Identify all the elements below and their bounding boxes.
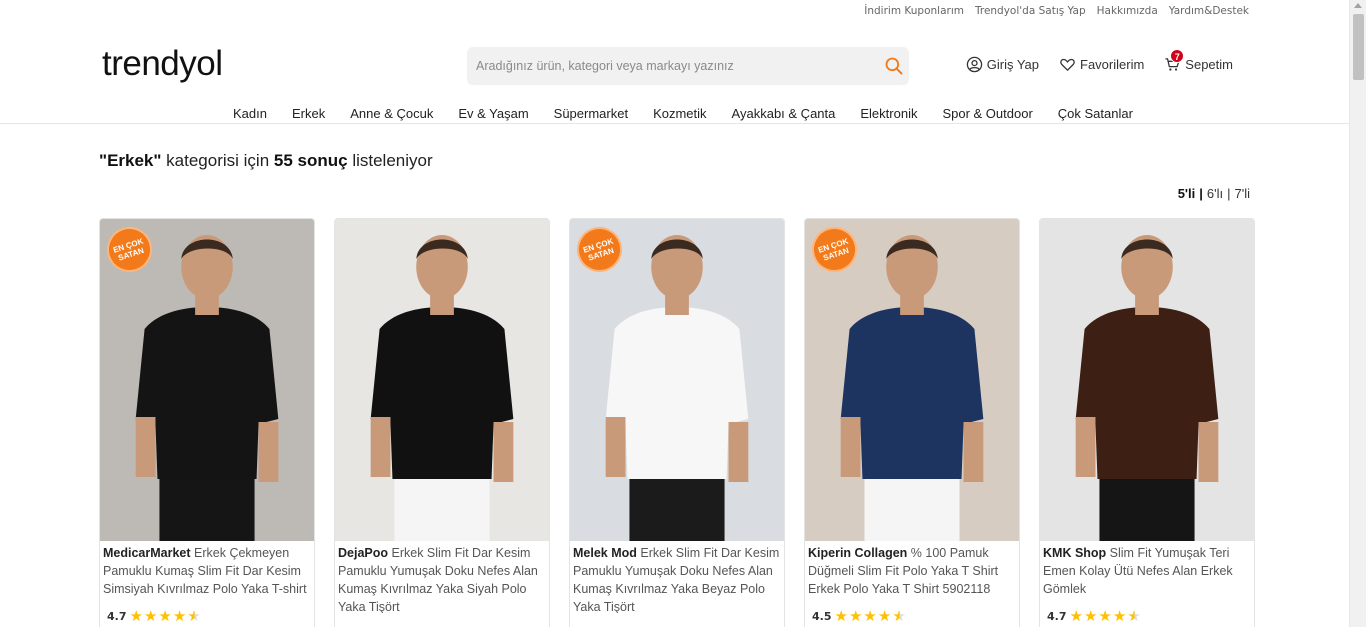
category-ayakkabi-canta[interactable]: Ayakkabı & Çanta bbox=[732, 106, 836, 121]
product-card[interactable]: DejaPoo Erkek Slim Fit Dar Kesim Pamuklu… bbox=[334, 218, 550, 627]
result-mid: kategorisi için bbox=[161, 151, 274, 170]
product-brand: MedicarMarket bbox=[103, 546, 191, 560]
product-card[interactable]: EN ÇOK SATAN Melek Mod Erkek Slim Fit Da… bbox=[569, 218, 785, 627]
category-kozmetik[interactable]: Kozmetik bbox=[653, 106, 706, 121]
rating-value: 4.7 bbox=[1047, 610, 1067, 623]
scroll-up-arrow-icon[interactable] bbox=[1354, 3, 1362, 8]
scrollbar-thumb[interactable] bbox=[1353, 14, 1364, 80]
heart-icon bbox=[1060, 58, 1075, 71]
category-supermarket[interactable]: Süpermarket bbox=[554, 106, 628, 121]
category-kadin[interactable]: Kadın bbox=[233, 106, 267, 121]
result-quote-open: " bbox=[99, 151, 108, 170]
star-icon: ★ bbox=[172, 607, 187, 625]
category-spor-outdoor[interactable]: Spor & Outdoor bbox=[942, 106, 1032, 121]
star-icon: ★ bbox=[877, 607, 892, 625]
grid-separator: | bbox=[1199, 186, 1203, 201]
product-rating: 4.5 ★ ★ ★ ★ ★ bbox=[812, 609, 906, 624]
star-icon: ★ bbox=[1083, 607, 1098, 625]
product-rating: 4.7 ★ ★ ★ ★ ★ bbox=[107, 609, 201, 624]
star-icon: ★ bbox=[1112, 607, 1127, 625]
star-icon: ★ bbox=[834, 607, 848, 625]
result-tail: listeleniyor bbox=[347, 151, 433, 170]
favorites-link[interactable]: Favorilerim bbox=[1059, 56, 1144, 73]
category-cok-satanlar[interactable]: Çok Satanlar bbox=[1058, 106, 1133, 121]
top-link-about[interactable]: Hakkımızda bbox=[1097, 5, 1158, 17]
star-icon: ★ bbox=[187, 607, 201, 625]
search-box bbox=[467, 47, 909, 85]
cart-count-badge: 7 bbox=[1170, 49, 1185, 63]
search-icon[interactable] bbox=[884, 56, 904, 76]
star-icon: ★ bbox=[143, 607, 158, 625]
product-grid: EN ÇOK SATAN MedicarMarket Erkek Çekmeye… bbox=[99, 218, 1255, 627]
product-card[interactable]: EN ÇOK SATAN Kiperin Collagen % 100 Pamu… bbox=[804, 218, 1020, 627]
best-seller-badge-text: EN ÇOK SATAN bbox=[111, 236, 145, 263]
product-brand: Kiperin Collagen bbox=[808, 546, 908, 560]
grid-switch: 5'li | 6'lı | 7'li bbox=[1178, 186, 1250, 201]
cart-label: Sepetim bbox=[1185, 57, 1233, 72]
category-ev-yasam[interactable]: Ev & Yaşam bbox=[458, 106, 528, 121]
star-icon: ★ bbox=[848, 607, 863, 625]
star-icon: ★ bbox=[863, 607, 877, 625]
cart-link[interactable]: 7 Sepetim bbox=[1164, 49, 1233, 73]
grid-separator: | bbox=[1227, 186, 1231, 201]
grid-option-6[interactable]: 6'lı bbox=[1207, 186, 1223, 201]
product-brand: Melek Mod bbox=[573, 546, 637, 560]
page-scrollbar[interactable] bbox=[1349, 0, 1366, 627]
user-icon bbox=[966, 56, 982, 73]
category-erkek[interactable]: Erkek bbox=[292, 106, 325, 121]
product-card[interactable]: KMK Shop Slim Fit Yumuşak Teri Emen Kola… bbox=[1039, 218, 1255, 627]
star-icon: ★ bbox=[1127, 607, 1141, 625]
product-rating: 4.7 ★ ★ ★ ★ ★ bbox=[1047, 609, 1141, 624]
top-link-coupons[interactable]: İndirim Kuponlarım bbox=[864, 5, 964, 17]
star-icon: ★ bbox=[892, 607, 906, 625]
logo[interactable]: trendyol bbox=[102, 44, 223, 84]
star-icon: ★ bbox=[129, 607, 143, 625]
product-description[interactable]: Kiperin Collagen % 100 Pamuk Düğmeli Sli… bbox=[805, 541, 1019, 613]
best-seller-badge-text: EN ÇOK SATAN bbox=[581, 236, 615, 263]
grid-option-7[interactable]: 7'li bbox=[1235, 186, 1251, 201]
result-category: "Erkek" bbox=[99, 151, 161, 170]
category-elektronik[interactable]: Elektronik bbox=[860, 106, 917, 121]
product-image[interactable] bbox=[335, 219, 549, 541]
rating-value: 4.5 bbox=[812, 610, 832, 623]
product-brand: KMK Shop bbox=[1043, 546, 1107, 560]
top-links: İndirim Kuponlarım Trendyol'da Satış Yap… bbox=[864, 5, 1249, 17]
result-category-name: Erkek bbox=[107, 151, 154, 170]
product-description[interactable]: KMK Shop Slim Fit Yumuşak Teri Emen Kola… bbox=[1040, 541, 1254, 613]
rating-value: 4.7 bbox=[107, 610, 127, 623]
product-image[interactable] bbox=[1040, 219, 1254, 541]
grid-option-5[interactable]: 5'li bbox=[1178, 186, 1196, 201]
top-link-help[interactable]: Yardım&Destek bbox=[1169, 5, 1249, 17]
product-description[interactable]: MedicarMarket Erkek Çekmeyen Pamuklu Kum… bbox=[100, 541, 314, 613]
star-rating-icon: ★ ★ ★ ★ ★ bbox=[835, 609, 906, 624]
login-label: Giriş Yap bbox=[986, 57, 1039, 72]
top-link-sell[interactable]: Trendyol'da Satış Yap bbox=[975, 5, 1086, 17]
product-card[interactable]: EN ÇOK SATAN MedicarMarket Erkek Çekmeye… bbox=[99, 218, 315, 627]
login-link[interactable]: Giriş Yap bbox=[966, 56, 1039, 73]
star-rating-icon: ★ ★ ★ ★ ★ bbox=[130, 609, 201, 624]
product-description[interactable]: DejaPoo Erkek Slim Fit Dar Kesim Pamuklu… bbox=[335, 541, 549, 613]
site-header: İndirim Kuponlarım Trendyol'da Satış Yap… bbox=[0, 0, 1349, 124]
result-summary: "Erkek" kategorisi için 55 sonuç listele… bbox=[99, 151, 433, 171]
user-nav: Giriş Yap Favorilerim 7 Sepetim bbox=[966, 49, 1233, 73]
best-seller-badge-text: EN ÇOK SATAN bbox=[816, 236, 850, 263]
model-photo bbox=[1040, 219, 1254, 541]
search-input[interactable] bbox=[467, 47, 867, 85]
star-icon: ★ bbox=[1069, 607, 1083, 625]
result-count: 55 sonuç bbox=[273, 151, 348, 170]
star-icon: ★ bbox=[158, 607, 172, 625]
star-rating-icon: ★ ★ ★ ★ ★ bbox=[1070, 609, 1141, 624]
category-nav: Kadın Erkek Anne & Çocuk Ev & Yaşam Süpe… bbox=[233, 106, 1133, 121]
favorites-label: Favorilerim bbox=[1080, 57, 1145, 72]
product-description[interactable]: Melek Mod Erkek Slim Fit Dar Kesim Pamuk… bbox=[570, 541, 784, 613]
model-photo bbox=[335, 219, 549, 541]
category-anne-cocuk[interactable]: Anne & Çocuk bbox=[350, 106, 433, 121]
star-icon: ★ bbox=[1098, 607, 1112, 625]
product-brand: DejaPoo bbox=[338, 546, 389, 560]
